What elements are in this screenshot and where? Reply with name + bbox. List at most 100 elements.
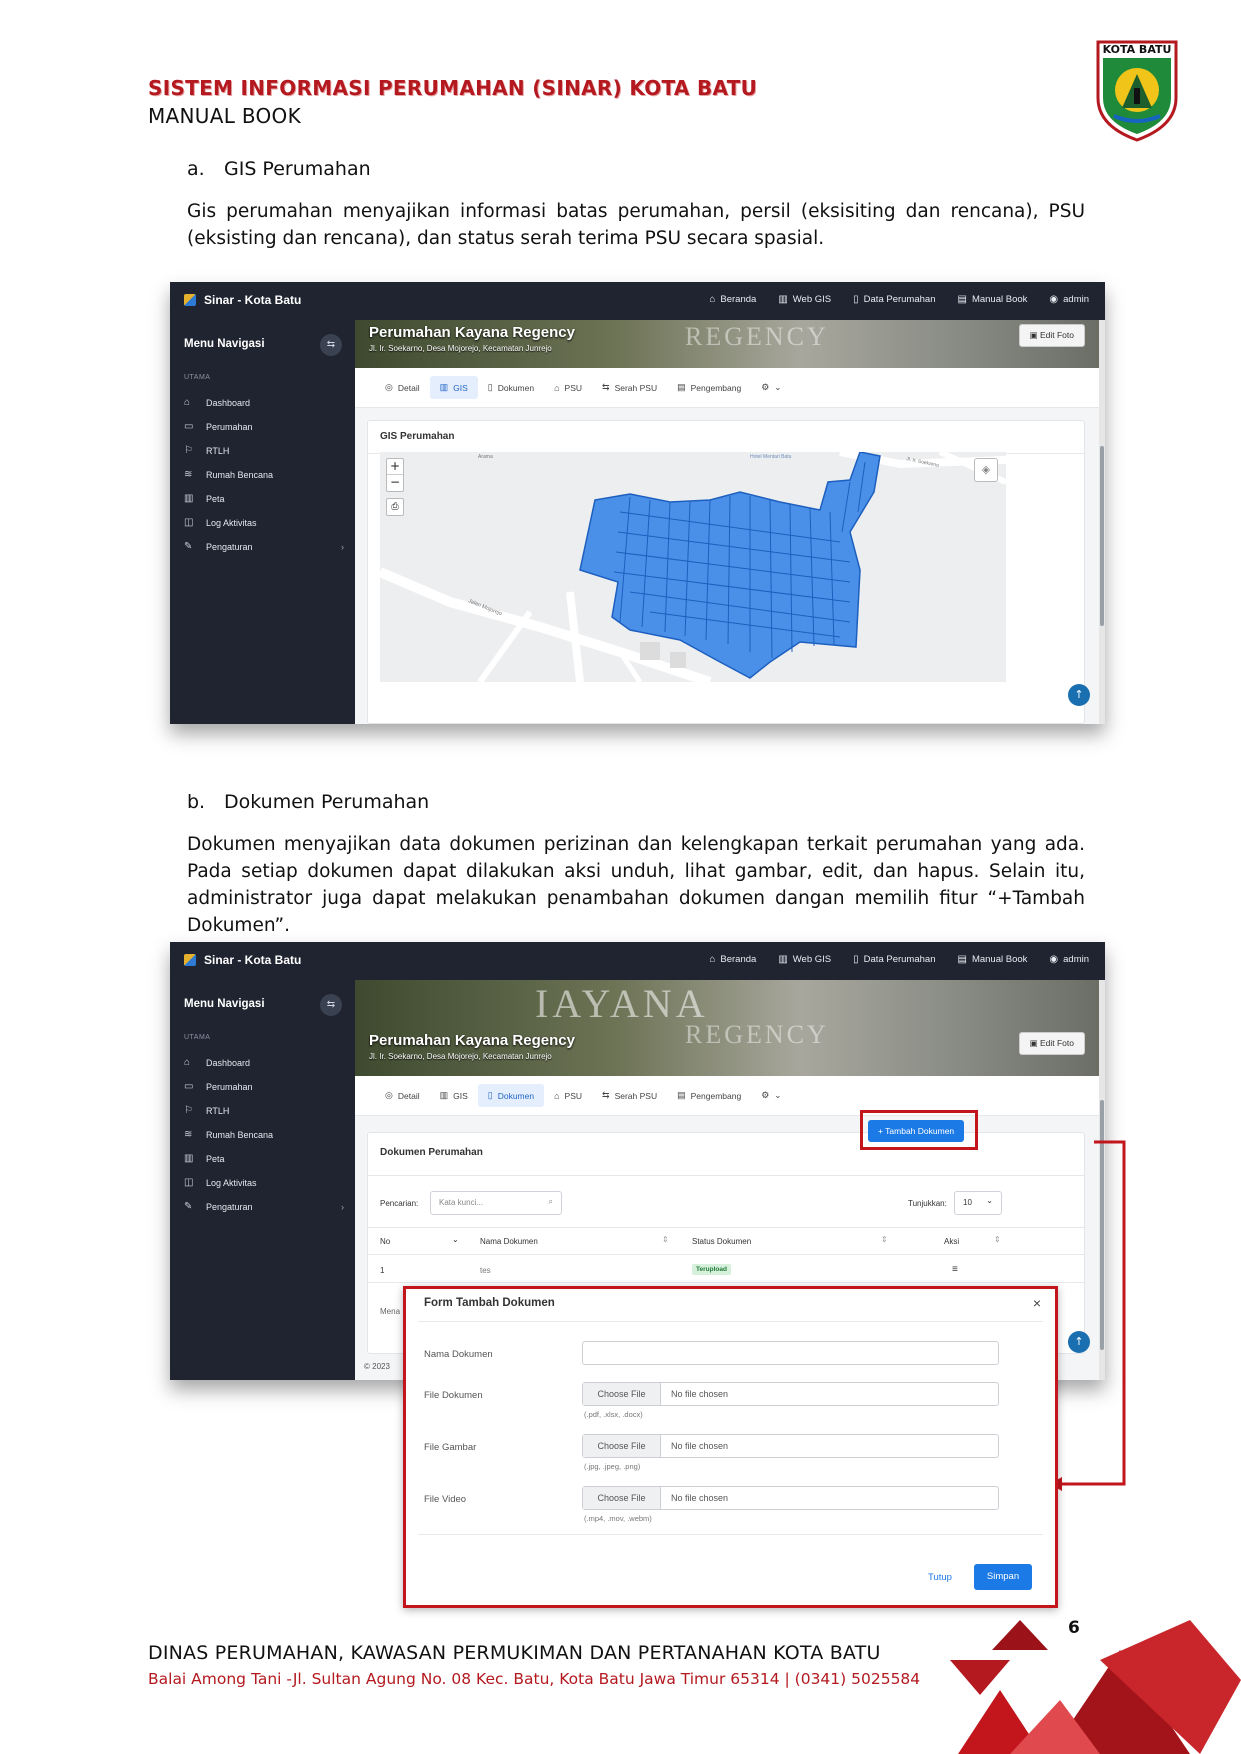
sidebar-item-dashboard[interactable]: ⌂ Dashboard bbox=[184, 397, 344, 408]
section-b-paragraph: Dokumen menyajikan data dokumen perizina… bbox=[187, 834, 1085, 936]
footer-address: Balai Among Tani -Jl. Sultan Agung No. 0… bbox=[148, 1670, 921, 1688]
close-icon[interactable]: × bbox=[1033, 1295, 1041, 1311]
tab-settings[interactable]: ⚙ ⌄ bbox=[751, 376, 791, 399]
tab-psu[interactable]: ⌂ PSU bbox=[544, 377, 592, 399]
file-gambar-input[interactable]: Choose File No file chosen bbox=[582, 1434, 999, 1458]
print-icon[interactable]: ⎙ bbox=[386, 498, 404, 516]
file-video-input[interactable]: Choose File No file chosen bbox=[582, 1486, 999, 1510]
sidebar-item-perumahan[interactable]: ▭ Perumahan bbox=[184, 421, 344, 432]
app-brand[interactable]: Sinar - Kota Batu bbox=[184, 293, 301, 307]
choose-file-button[interactable]: Choose File bbox=[583, 1487, 661, 1509]
choose-file-button[interactable]: Choose File bbox=[583, 1435, 661, 1457]
zoom-in-button[interactable]: + bbox=[387, 459, 403, 475]
sidebar-item-peta[interactable]: ▥ Peta bbox=[184, 493, 344, 504]
chevron-down-icon: ⌄ bbox=[774, 382, 782, 392]
folder-icon: ▭ bbox=[184, 421, 194, 432]
sidebar-item-pengaturan[interactable]: ✎ Pengaturan › bbox=[184, 1201, 344, 1212]
sidebar-item-rumah-bencana[interactable]: ≋ Rumah Bencana bbox=[184, 469, 344, 480]
nav-manual-book[interactable]: ▤ Manual Book bbox=[957, 954, 1027, 965]
gis-screenshot: Sinar - Kota Batu ⌂ Beranda ▥ Web GIS ▯ Dat… bbox=[170, 282, 1105, 724]
app-brand[interactable]: Sinar - Kota Batu bbox=[184, 953, 301, 967]
sidebar-item-rumah-bencana[interactable]: ≋ Rumah Bencana bbox=[184, 1129, 344, 1140]
tab-dokumen[interactable]: ▯ Dokumen bbox=[478, 376, 544, 399]
zoom-out-button[interactable]: − bbox=[387, 475, 403, 491]
tab-gis[interactable]: ▥ GIS bbox=[429, 376, 478, 399]
nav-web-gis[interactable]: ▥ Web GIS bbox=[778, 954, 831, 965]
footer-org: DINAS PERUMAHAN, KAWASAN PERMUKIMAN DAN … bbox=[148, 1642, 881, 1664]
sidebar-item-dashboard[interactable]: ⌂ Dashboard bbox=[184, 1057, 344, 1068]
layers-icon[interactable]: ◈ bbox=[974, 458, 998, 482]
sidebar-item-log-aktivitas[interactable]: ◫ Log Aktivitas bbox=[184, 517, 344, 528]
footer-triangles-decoration bbox=[950, 1620, 1241, 1754]
gis-map[interactable]: Arama Hotel Mentari Batu Jl. Ir. Soekarn… bbox=[380, 452, 1006, 682]
sidebar-item-peta[interactable]: ▥ Peta bbox=[184, 1153, 344, 1164]
tab-detail[interactable]: ◎ Detail bbox=[375, 376, 430, 399]
nav-beranda[interactable]: ⌂ Beranda bbox=[709, 954, 756, 965]
col-status-dokumen[interactable]: Status Dokumen bbox=[692, 1237, 751, 1246]
label-file-dokumen: File Dokumen bbox=[424, 1390, 483, 1401]
tab-gis[interactable]: ▥ GIS bbox=[430, 1084, 478, 1107]
app-topbar: Sinar - Kota Batu ⌂ Beranda ▥ Web GIS ▯ Dat… bbox=[170, 942, 1105, 980]
tab-psu[interactable]: ⌂ PSU bbox=[544, 1085, 592, 1107]
nav-data-perumahan[interactable]: ▯ Data Perumahan bbox=[853, 294, 935, 305]
nav-web-gis[interactable]: ▥ Web GIS bbox=[778, 294, 831, 305]
nav-admin[interactable]: ◉ admin bbox=[1049, 294, 1089, 305]
col-nama-dokumen[interactable]: Nama Dokumen bbox=[480, 1237, 538, 1246]
sidebar-item-rtlh[interactable]: ⚐ RTLH bbox=[184, 1105, 344, 1116]
top-nav: ⌂ Beranda ▥ Web GIS ▯ Data Perumahan ▤ Manua… bbox=[709, 954, 1089, 965]
scroll-top-icon[interactable]: ↑ bbox=[1068, 684, 1090, 706]
tab-settings[interactable]: ⚙ ⌄ bbox=[751, 1084, 791, 1107]
brand-icon bbox=[184, 954, 196, 966]
tab-pengembang[interactable]: ▤ Pengembang bbox=[667, 1084, 751, 1107]
nav-data-perumahan[interactable]: ▯ Data Perumahan bbox=[853, 954, 935, 965]
section-a-title: GIS Perumahan bbox=[224, 158, 371, 180]
sort-icon: ⌄ bbox=[452, 1235, 459, 1244]
sidebar-toggle-icon[interactable]: ⇆ bbox=[320, 994, 342, 1016]
nav-beranda[interactable]: ⌂ Beranda bbox=[709, 294, 756, 305]
file-video-hint: (.mp4, .mov, .webm) bbox=[584, 1514, 652, 1523]
col-aksi[interactable]: Aksi bbox=[944, 1237, 959, 1246]
sidebar-item-rtlh[interactable]: ⚐ RTLH bbox=[184, 445, 344, 456]
gis-panel-title: GIS Perumahan bbox=[380, 431, 455, 442]
file-icon: ▯ bbox=[853, 954, 859, 965]
tab-serah-psu[interactable]: ⇆ Serah PSU bbox=[592, 1084, 667, 1107]
book-icon: ▤ bbox=[957, 294, 967, 305]
edit-foto-button[interactable]: ▣ Edit Foto bbox=[1018, 324, 1085, 347]
file-dokumen-hint: (.pdf, .xlsx, .docx) bbox=[584, 1410, 643, 1419]
search-input[interactable]: Kata kunci... ⌕ bbox=[430, 1191, 562, 1215]
tutup-button[interactable]: Tutup bbox=[928, 1572, 952, 1583]
label-file-video: File Video bbox=[424, 1494, 467, 1505]
tab-detail[interactable]: ◎ Detail bbox=[375, 1084, 430, 1107]
sidebar-title: Menu Navigasi bbox=[184, 998, 265, 1010]
simpan-button[interactable]: Simpan bbox=[974, 1564, 1032, 1590]
nama-dokumen-input[interactable] bbox=[582, 1341, 999, 1365]
wave-icon: ≋ bbox=[184, 1129, 193, 1140]
map-icon: ▥ bbox=[439, 1090, 449, 1100]
choose-file-button[interactable]: Choose File bbox=[583, 1383, 661, 1405]
action-menu-icon[interactable]: ≡ bbox=[952, 1264, 958, 1275]
map-icon: ▥ bbox=[184, 493, 194, 504]
nav-admin[interactable]: ◉ admin bbox=[1049, 954, 1089, 965]
home-icon: ⌂ bbox=[554, 382, 560, 393]
sort-icon: ⇕ bbox=[881, 1235, 888, 1244]
folder-icon: ▭ bbox=[184, 1081, 194, 1092]
scrollbar[interactable] bbox=[1099, 320, 1105, 724]
tab-pengembang[interactable]: ▤ Pengembang bbox=[667, 376, 751, 399]
housing-banner: IAYANA REGENCY Perumahan Kayana Regency … bbox=[355, 980, 1099, 1076]
chevron-right-icon: › bbox=[341, 541, 344, 552]
wrench-icon: ✎ bbox=[184, 1201, 193, 1212]
tab-dokumen[interactable]: ▯ Dokumen bbox=[477, 1084, 545, 1107]
search-label: Pencarian: bbox=[380, 1199, 419, 1208]
col-no[interactable]: No bbox=[380, 1237, 390, 1246]
tab-serah-psu[interactable]: ⇆ Serah PSU bbox=[592, 376, 667, 399]
sidebar-item-pengaturan[interactable]: ✎ Pengaturan › bbox=[184, 541, 344, 552]
page-size-select[interactable]: 10 ⌄ bbox=[954, 1191, 1002, 1215]
sidebar-toggle-icon[interactable]: ⇆ bbox=[320, 334, 342, 356]
sidebar-item-perumahan[interactable]: ▭ Perumahan bbox=[184, 1081, 344, 1092]
edit-foto-button[interactable]: ▣ Edit Foto bbox=[1018, 1032, 1085, 1055]
sidebar-item-log-aktivitas[interactable]: ◫ Log Aktivitas bbox=[184, 1177, 344, 1188]
banner-watermark: REGENCY bbox=[685, 1020, 829, 1049]
copyright: © 2023 bbox=[364, 1362, 390, 1371]
file-dokumen-input[interactable]: Choose File No file chosen bbox=[582, 1382, 999, 1406]
nav-manual-book[interactable]: ▤ Manual Book bbox=[957, 294, 1027, 305]
